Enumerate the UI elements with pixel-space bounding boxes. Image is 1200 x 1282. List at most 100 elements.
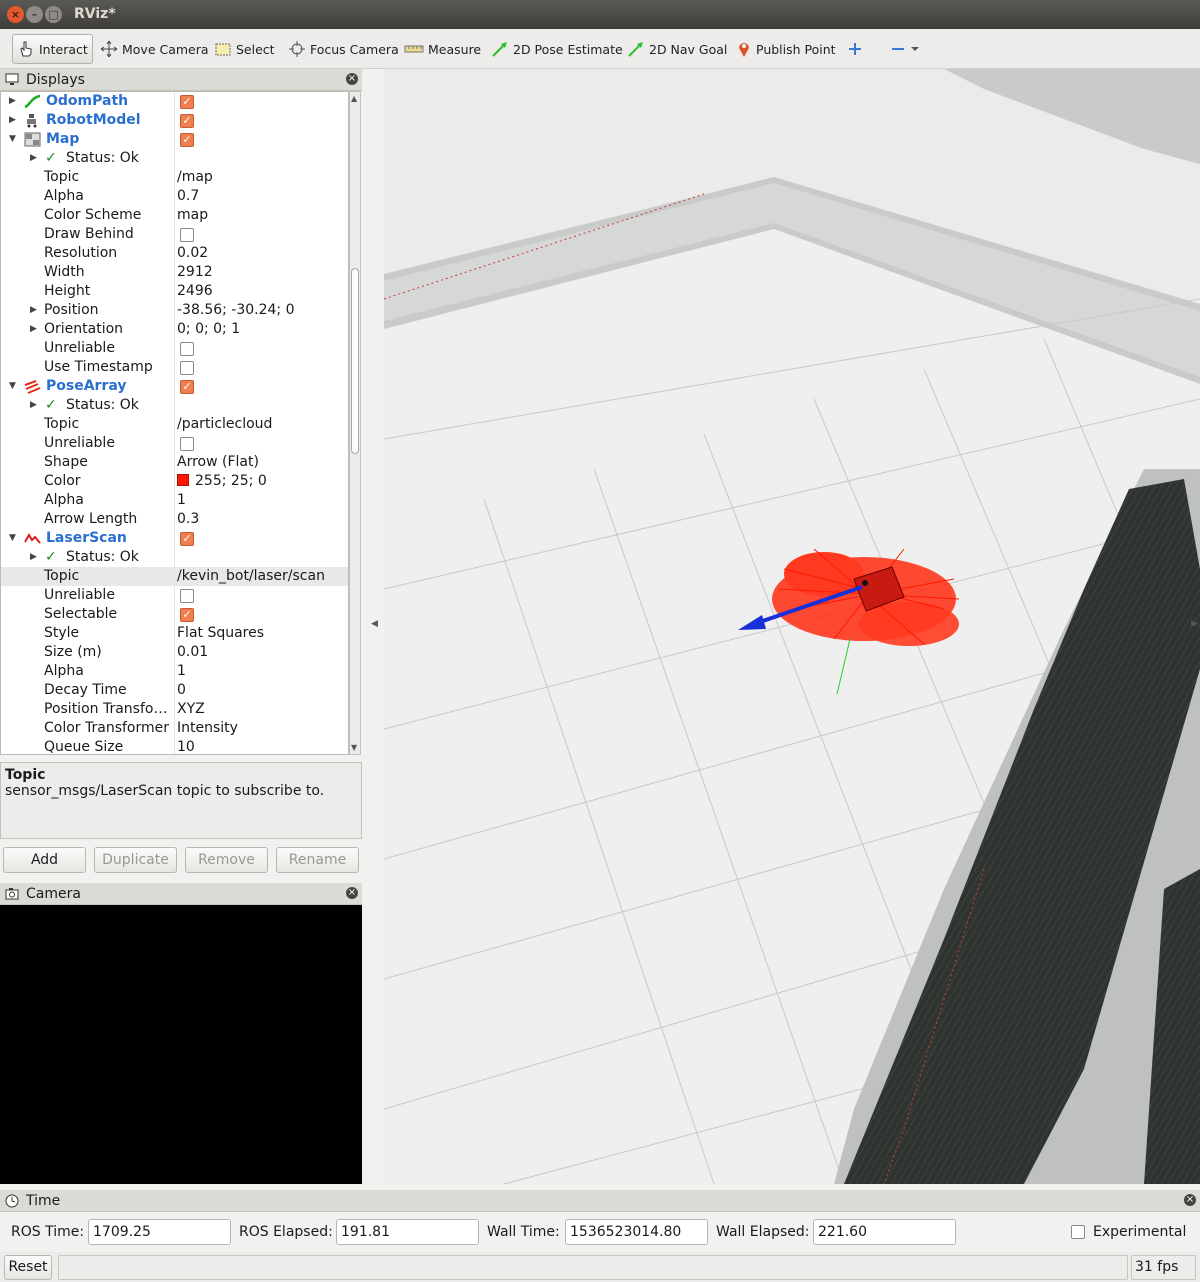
experimental-checkbox[interactable] [1071, 1225, 1085, 1239]
close-time-panel-button[interactable]: × [1184, 1194, 1196, 1206]
property-value: 0 [177, 682, 186, 698]
property-row-color-transformer[interactable]: Color Transformer Intensity [1, 719, 348, 738]
ros-time-field[interactable]: 1709.25 [88, 1219, 231, 1245]
ros-elapsed-field[interactable]: 191.81 [336, 1219, 479, 1245]
interact-tool-button[interactable]: Interact [12, 34, 93, 64]
display-row-robotmodel[interactable]: ▶ RobotModel ✓ [1, 111, 348, 130]
property-row-alpha[interactable]: Alpha 1 [1, 491, 348, 510]
pose-estimate-tool-button[interactable]: 2D Pose Estimate [487, 34, 627, 64]
selectable-checkbox[interactable]: ✓ [180, 608, 194, 622]
enabled-checkbox[interactable]: ✓ [180, 532, 194, 546]
property-row-unreliable[interactable]: Unreliable [1, 434, 348, 453]
property-row-status[interactable]: ▶ ✓ Status: Ok [1, 396, 348, 415]
property-row-topic[interactable]: Topic/map [1, 168, 348, 187]
expand-arrow-icon[interactable]: ▶ [30, 149, 40, 168]
property-row-size[interactable]: Size (m) 0.01 [1, 643, 348, 662]
scroll-up-icon[interactable]: ▲ [351, 94, 357, 103]
property-row-alpha[interactable]: Alpha 1 [1, 662, 348, 681]
unreliable-checkbox[interactable] [180, 437, 194, 451]
expand-arrow-icon[interactable]: ▶ [30, 548, 40, 567]
measure-tool-button[interactable]: Measure [400, 34, 485, 64]
display-row-map[interactable]: ▼ Map ✓ [1, 130, 348, 149]
property-row-unreliable[interactable]: Unreliable [1, 339, 348, 358]
color-swatch[interactable] [177, 474, 189, 486]
reset-button[interactable]: Reset [4, 1255, 52, 1280]
add-display-button[interactable]: Add [3, 847, 86, 873]
property-row-topic-selected[interactable]: Topic/kevin_bot/laser/scan [1, 567, 348, 586]
display-row-odompath[interactable]: ▶ OdomPath ✓ [1, 92, 348, 111]
expand-arrow-icon[interactable]: ▶ [9, 111, 19, 130]
property-row-resolution[interactable]: Resolution 0.02 [1, 244, 348, 263]
remove-tool-button[interactable] [886, 34, 928, 64]
column-divider [174, 358, 175, 377]
enabled-checkbox[interactable]: ✓ [180, 95, 194, 109]
focus-target-icon [289, 41, 305, 57]
column-divider [174, 434, 175, 453]
unreliable-checkbox[interactable] [180, 589, 194, 603]
property-row-draw-behind[interactable]: Draw Behind [1, 225, 348, 244]
property-row-status[interactable]: ▶ ✓ Status: Ok [1, 149, 348, 168]
expand-arrow-icon[interactable]: ▶ [30, 320, 40, 339]
scroll-down-icon[interactable]: ▼ [351, 743, 357, 752]
close-displays-panel-button[interactable]: × [346, 73, 358, 85]
property-row-width[interactable]: Width 2912 [1, 263, 348, 282]
rename-display-button[interactable]: Rename [276, 847, 359, 873]
move-camera-tool-button[interactable]: Move Camera [96, 34, 213, 64]
camera-view[interactable] [0, 905, 362, 1184]
collapse-arrow-icon[interactable]: ▼ [9, 130, 19, 149]
collapse-arrow-icon[interactable]: ▼ [9, 377, 19, 396]
unreliable-checkbox[interactable] [180, 342, 194, 356]
wall-time-field[interactable]: 1536523014.80 [565, 1219, 708, 1245]
property-row-height[interactable]: Height 2496 [1, 282, 348, 301]
maximize-window-button[interactable]: □ [45, 6, 62, 23]
enabled-checkbox[interactable]: ✓ [180, 114, 194, 128]
display-name: PoseArray [46, 378, 127, 394]
render-viewport-3d[interactable]: ▶ [384, 69, 1200, 1184]
collapse-right-icon[interactable]: ▶ [1191, 619, 1198, 629]
property-row-style[interactable]: Style Flat Squares [1, 624, 348, 643]
displays-scrollbar[interactable]: ▲ ▼ [349, 91, 361, 755]
property-row-queue-size[interactable]: Queue Size 10 [1, 738, 348, 754]
pose-array-icon [24, 380, 41, 394]
property-row-unreliable[interactable]: Unreliable [1, 586, 348, 605]
property-row-topic[interactable]: Topic/particlecloud [1, 415, 348, 434]
add-tool-button[interactable] [843, 34, 871, 64]
display-row-posearray[interactable]: ▼ PoseArray ✓ [1, 377, 348, 396]
property-row-alpha[interactable]: Alpha 0.7 [1, 187, 348, 206]
collapse-arrow-icon[interactable]: ▼ [9, 529, 19, 548]
property-row-status[interactable]: ▶ ✓ Status: Ok [1, 548, 348, 567]
close-window-button[interactable]: × [7, 6, 24, 23]
property-row-position-transformer[interactable]: Position Transfo… XYZ [1, 700, 348, 719]
wall-elapsed-field[interactable]: 221.60 [813, 1219, 956, 1245]
select-tool-label: Select [236, 41, 275, 57]
duplicate-display-button[interactable]: Duplicate [94, 847, 177, 873]
property-row-shape[interactable]: Shape Arrow (Flat) [1, 453, 348, 472]
property-row-selectable[interactable]: Selectable ✓ [1, 605, 348, 624]
use-timestamp-checkbox[interactable] [180, 361, 194, 375]
nav-goal-tool-button[interactable]: 2D Nav Goal [623, 34, 731, 64]
expand-arrow-icon[interactable]: ▶ [9, 92, 19, 111]
collapse-left-icon[interactable]: ◀ [371, 619, 378, 629]
enabled-checkbox[interactable]: ✓ [180, 380, 194, 394]
property-row-color-scheme[interactable]: Color Scheme map [1, 206, 348, 225]
focus-camera-tool-button[interactable]: Focus Camera [284, 34, 403, 64]
remove-display-button[interactable]: Remove [185, 847, 268, 873]
select-tool-button[interactable]: Select [210, 34, 279, 64]
property-row-arrow-length[interactable]: Arrow Length 0.3 [1, 510, 348, 529]
property-row-position[interactable]: ▶ Position -38.56; -30.24; 0 [1, 301, 348, 320]
property-row-use-timestamp[interactable]: Use Timestamp [1, 358, 348, 377]
display-row-laserscan[interactable]: ▼ LaserScan ✓ [1, 529, 348, 548]
draw-behind-checkbox[interactable] [180, 228, 194, 242]
property-row-color[interactable]: Color 255; 25; 0 [1, 472, 348, 491]
publish-point-tool-button[interactable]: Publish Point [732, 34, 840, 64]
select-rectangle-icon [215, 43, 231, 56]
scrollbar-thumb[interactable] [351, 268, 359, 454]
close-camera-panel-button[interactable]: × [346, 887, 358, 899]
expand-arrow-icon[interactable]: ▶ [30, 301, 40, 320]
property-row-decay-time[interactable]: Decay Time 0 [1, 681, 348, 700]
property-row-orientation[interactable]: ▶ Orientation 0; 0; 0; 1 [1, 320, 348, 339]
panel-splitter[interactable]: ◀ [362, 69, 384, 1184]
minimize-window-button[interactable]: – [26, 6, 43, 23]
enabled-checkbox[interactable]: ✓ [180, 133, 194, 147]
expand-arrow-icon[interactable]: ▶ [30, 396, 40, 415]
